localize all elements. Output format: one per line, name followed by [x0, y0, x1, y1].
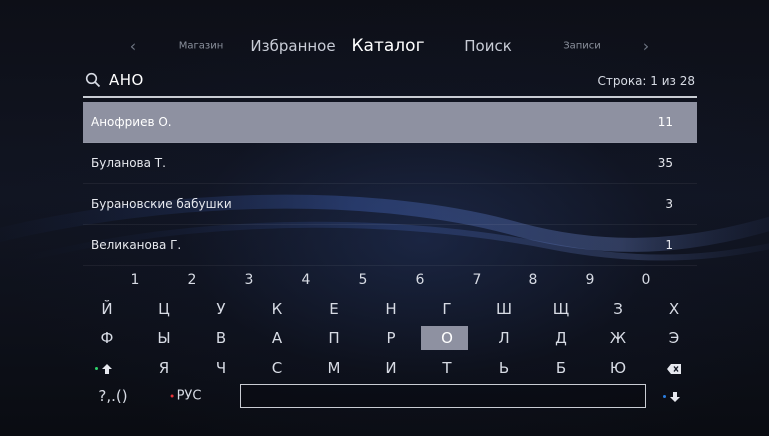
key-digit-0[interactable]: 0	[642, 272, 651, 288]
key-letter[interactable]: Э	[669, 329, 679, 347]
list-item-count: 11	[657, 115, 673, 129]
tab-favorites[interactable]: Избранное	[250, 37, 335, 55]
symbols-key[interactable]: ?,.()	[98, 387, 127, 405]
key-letter-selected[interactable]: О	[441, 329, 453, 347]
key-letter[interactable]: К	[272, 300, 283, 318]
key-letter[interactable]: Ц	[158, 300, 170, 318]
list-item[interactable]: Буланова Т. 35	[83, 143, 697, 184]
row-counter: Строка: 1 из 28	[597, 74, 696, 88]
search-icon	[85, 72, 101, 92]
backspace-key[interactable]	[667, 359, 681, 377]
list-item-count: 3	[665, 197, 673, 211]
shift-key[interactable]	[95, 359, 113, 377]
enter-color-dot	[663, 395, 666, 398]
key-digit-2[interactable]: 2	[188, 272, 197, 288]
key-digit-3[interactable]: 3	[245, 272, 254, 288]
key-digit-1[interactable]: 1	[131, 272, 140, 288]
tab-search[interactable]: Поиск	[464, 37, 512, 55]
key-letter[interactable]: П	[328, 329, 339, 347]
key-letter[interactable]: Ш	[496, 300, 512, 318]
artist-list: Анофриев О. 11 Буланова Т. 35 Бурановски…	[83, 102, 697, 266]
key-letter[interactable]: Ж	[610, 329, 626, 347]
key-letter[interactable]: М	[328, 359, 341, 377]
list-item[interactable]: Анофриев О. 11	[83, 102, 697, 143]
key-letter[interactable]: С	[272, 359, 282, 377]
key-letter[interactable]: Й	[101, 300, 112, 318]
key-digit-9[interactable]: 9	[586, 272, 595, 288]
tab-recordings[interactable]: Записи	[563, 41, 601, 52]
language-color-dot	[170, 394, 174, 398]
key-letter[interactable]: Т	[442, 359, 451, 377]
key-letter[interactable]: Р	[386, 329, 395, 347]
key-letter[interactable]: Ь	[499, 359, 509, 377]
key-letter[interactable]: В	[216, 329, 226, 347]
key-letter[interactable]: Е	[329, 300, 338, 318]
nav-next-arrow[interactable]: ›	[643, 37, 649, 56]
list-item-name: Буланова Т.	[91, 156, 166, 170]
list-item[interactable]: Бурановские бабушки 3	[83, 184, 697, 225]
language-label: РУС	[176, 388, 202, 404]
key-digit-5[interactable]: 5	[359, 272, 368, 288]
key-letter[interactable]: Д	[555, 329, 567, 347]
key-letter[interactable]: Ы	[157, 329, 170, 347]
shift-icon	[102, 363, 112, 374]
catalog-screen: ‹ Магазин Избранное Каталог Поиск Записи…	[0, 0, 769, 436]
key-letter[interactable]: Я	[159, 359, 169, 377]
list-item-name: Анофриев О.	[91, 115, 172, 129]
key-letter[interactable]: Ч	[216, 359, 226, 377]
backspace-icon	[667, 363, 681, 374]
search-bar[interactable]: АНО Строка: 1 из 28	[83, 68, 697, 98]
shift-color-dot	[95, 367, 98, 370]
search-query-text: АНО	[109, 71, 144, 89]
language-key[interactable]: РУС	[170, 388, 202, 404]
tab-catalog[interactable]: Каталог	[351, 36, 424, 56]
key-digit-8[interactable]: 8	[529, 272, 538, 288]
arrow-down-icon	[670, 391, 680, 402]
tab-store[interactable]: Магазин	[179, 41, 224, 52]
key-letter[interactable]: Х	[669, 300, 679, 318]
list-item-name: Бурановские бабушки	[91, 197, 232, 211]
key-letter[interactable]: Щ	[553, 300, 569, 318]
key-letter[interactable]: Б	[556, 359, 566, 377]
list-item[interactable]: Великанова Г. 1	[83, 225, 697, 266]
key-letter[interactable]: Ф	[101, 329, 114, 347]
keyboard-input-field[interactable]	[240, 384, 646, 408]
key-letter[interactable]: А	[272, 329, 282, 347]
key-letter[interactable]: У	[216, 300, 225, 318]
key-digit-4[interactable]: 4	[302, 272, 311, 288]
key-letter[interactable]: Ю	[610, 359, 626, 377]
key-digit-7[interactable]: 7	[473, 272, 482, 288]
list-item-count: 1	[665, 238, 673, 252]
list-item-name: Великанова Г.	[91, 238, 182, 252]
list-item-count: 35	[657, 156, 673, 170]
key-letter[interactable]: Г	[442, 300, 451, 318]
key-digit-6[interactable]: 6	[416, 272, 425, 288]
enter-key[interactable]	[663, 387, 681, 405]
key-letter[interactable]: И	[385, 359, 396, 377]
key-letter[interactable]: Н	[385, 300, 396, 318]
key-letter[interactable]: З	[613, 300, 623, 318]
nav-prev-arrow[interactable]: ‹	[130, 37, 136, 56]
key-letter[interactable]: Л	[498, 329, 509, 347]
